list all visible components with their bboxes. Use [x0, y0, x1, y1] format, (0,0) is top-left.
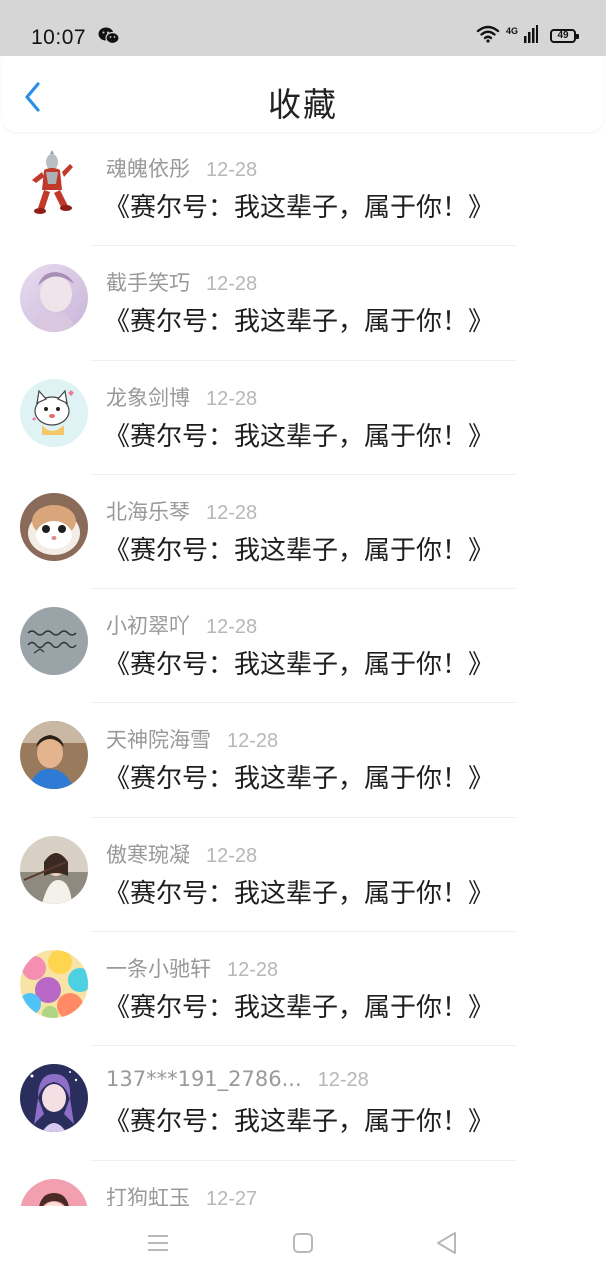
author-name: 魂魄依彤 — [106, 157, 190, 181]
item-date: 12-28 — [227, 959, 279, 982]
page-title: 收藏 — [268, 85, 338, 124]
author-name: 一条小驰轩 — [106, 957, 211, 982]
item-meta: 打狗虹玉 12-27 — [106, 1182, 257, 1206]
item-meta: 一条小驰轩 12-28 — [106, 953, 278, 983]
signal-icon — [524, 25, 538, 47]
menu-icon[interactable] — [145, 1230, 171, 1256]
item-date: 12-28 — [317, 1069, 369, 1092]
item-title: 《赛尔号：我这辈子，属于你！》 — [104, 993, 495, 1024]
item-meta: 魂魄依彤 12-28 — [106, 153, 257, 183]
item-title: 《赛尔号：我这辈子，属于你！》 — [104, 764, 495, 795]
list-item[interactable]: 137***191_2786... 12-28 《赛尔号：我这辈子，属于你！》 — [0, 1046, 606, 1161]
wifi-icon — [476, 25, 500, 47]
item-date: 12-28 — [206, 844, 258, 867]
avatar — [20, 150, 88, 218]
back-triangle-icon[interactable] — [434, 1230, 460, 1256]
item-date: 12-28 — [206, 387, 258, 410]
network-label: 4G — [505, 26, 518, 36]
item-date: 12-27 — [206, 1187, 258, 1206]
avatar — [20, 1064, 88, 1133]
avatar — [20, 607, 88, 676]
item-date: 12-28 — [206, 159, 258, 181]
avatar — [20, 492, 88, 561]
item-meta: 北海乐琴 12-28 — [106, 496, 257, 526]
avatar — [20, 1178, 88, 1206]
avatar — [20, 835, 88, 904]
author-name: 137***191_2786... — [106, 1067, 302, 1092]
list-item[interactable]: 打狗虹玉 12-27 — [0, 1161, 606, 1206]
author-name: 小初翠吖 — [106, 614, 190, 639]
list-item[interactable]: 截手笑巧 12-28 《赛尔号：我这辈子，属于你！》 — [0, 246, 606, 361]
author-name: 龙象剑博 — [106, 385, 190, 410]
list-item[interactable]: 小初翠吖 12-28 《赛尔号：我这辈子，属于你！》 — [0, 589, 606, 704]
list-item[interactable]: 魂魄依彤 12-28 《赛尔号：我这辈子，属于你！》 — [0, 132, 606, 247]
favorites-list: 魂魄依彤 12-28 《赛尔号：我这辈子，属于你！》 截手笑巧 12-28 《赛尔号… — [0, 132, 606, 1206]
item-title: 《赛尔号：我这辈子，属于你！》 — [104, 535, 495, 566]
author-name: 天神院海雪 — [106, 728, 211, 753]
avatar — [20, 721, 88, 790]
author-name: 打狗虹玉 — [106, 1185, 190, 1206]
author-name: 截手笑巧 — [106, 271, 190, 296]
list-item[interactable]: 一条小驰轩 12-28 《赛尔号：我这辈子，属于你！》 — [0, 932, 606, 1047]
home-square-icon[interactable] — [290, 1230, 316, 1256]
favorites-screen: 10:07 4G 49 收藏 魂魄依彤 12-28 《赛尔号：我这辈子，属于你！… — [0, 0, 606, 1280]
status-time: 10:07 — [31, 26, 87, 49]
item-title: 《赛尔号：我这辈子，属于你！》 — [104, 650, 495, 681]
item-meta: 傲寒琬凝 12-28 — [106, 839, 257, 869]
avatar — [20, 378, 88, 447]
item-date: 12-28 — [206, 616, 258, 639]
status-bar: 10:07 4G 49 — [0, 0, 606, 56]
item-title: 《赛尔号：我这辈子，属于你！》 — [104, 193, 495, 223]
avatar — [20, 950, 88, 1019]
item-date: 12-28 — [206, 273, 258, 296]
avatar — [20, 264, 88, 333]
list-item[interactable]: 傲寒琬凝 12-28 《赛尔号：我这辈子，属于你！》 — [0, 818, 606, 933]
battery-icon: 49 — [550, 29, 579, 43]
item-title: 《赛尔号：我这辈子，属于你！》 — [104, 421, 495, 452]
status-indicators: 4G 49 — [476, 25, 579, 47]
author-name: 北海乐琴 — [106, 499, 190, 524]
item-meta: 137***191_2786... 12-28 — [106, 1067, 369, 1092]
wechat-icon — [98, 26, 120, 46]
item-title: 《赛尔号：我这辈子，属于你！》 — [104, 1107, 495, 1138]
header-bar: 收藏 — [2, 56, 604, 132]
author-name: 傲寒琬凝 — [106, 842, 190, 867]
list-item[interactable]: 龙象剑博 12-28 《赛尔号：我这辈子，属于你！》 — [0, 361, 606, 475]
list-item[interactable]: 北海乐琴 12-28 《赛尔号：我这辈子，属于你！》 — [0, 475, 606, 590]
item-meta: 龙象剑博 12-28 — [106, 382, 257, 412]
system-nav-bar — [0, 1206, 606, 1280]
item-date: 12-28 — [206, 501, 258, 524]
item-title: 《赛尔号：我这辈子，属于你！》 — [104, 878, 495, 909]
item-meta: 截手笑巧 12-28 — [106, 267, 257, 297]
item-title: 《赛尔号：我这辈子，属于你！》 — [104, 307, 495, 338]
item-meta: 小初翠吖 12-28 — [106, 610, 257, 640]
item-meta: 天神院海雪 12-28 — [106, 724, 278, 754]
item-date: 12-28 — [227, 730, 279, 753]
list-item[interactable]: 天神院海雪 12-28 《赛尔号：我这辈子，属于你！》 — [0, 703, 606, 818]
